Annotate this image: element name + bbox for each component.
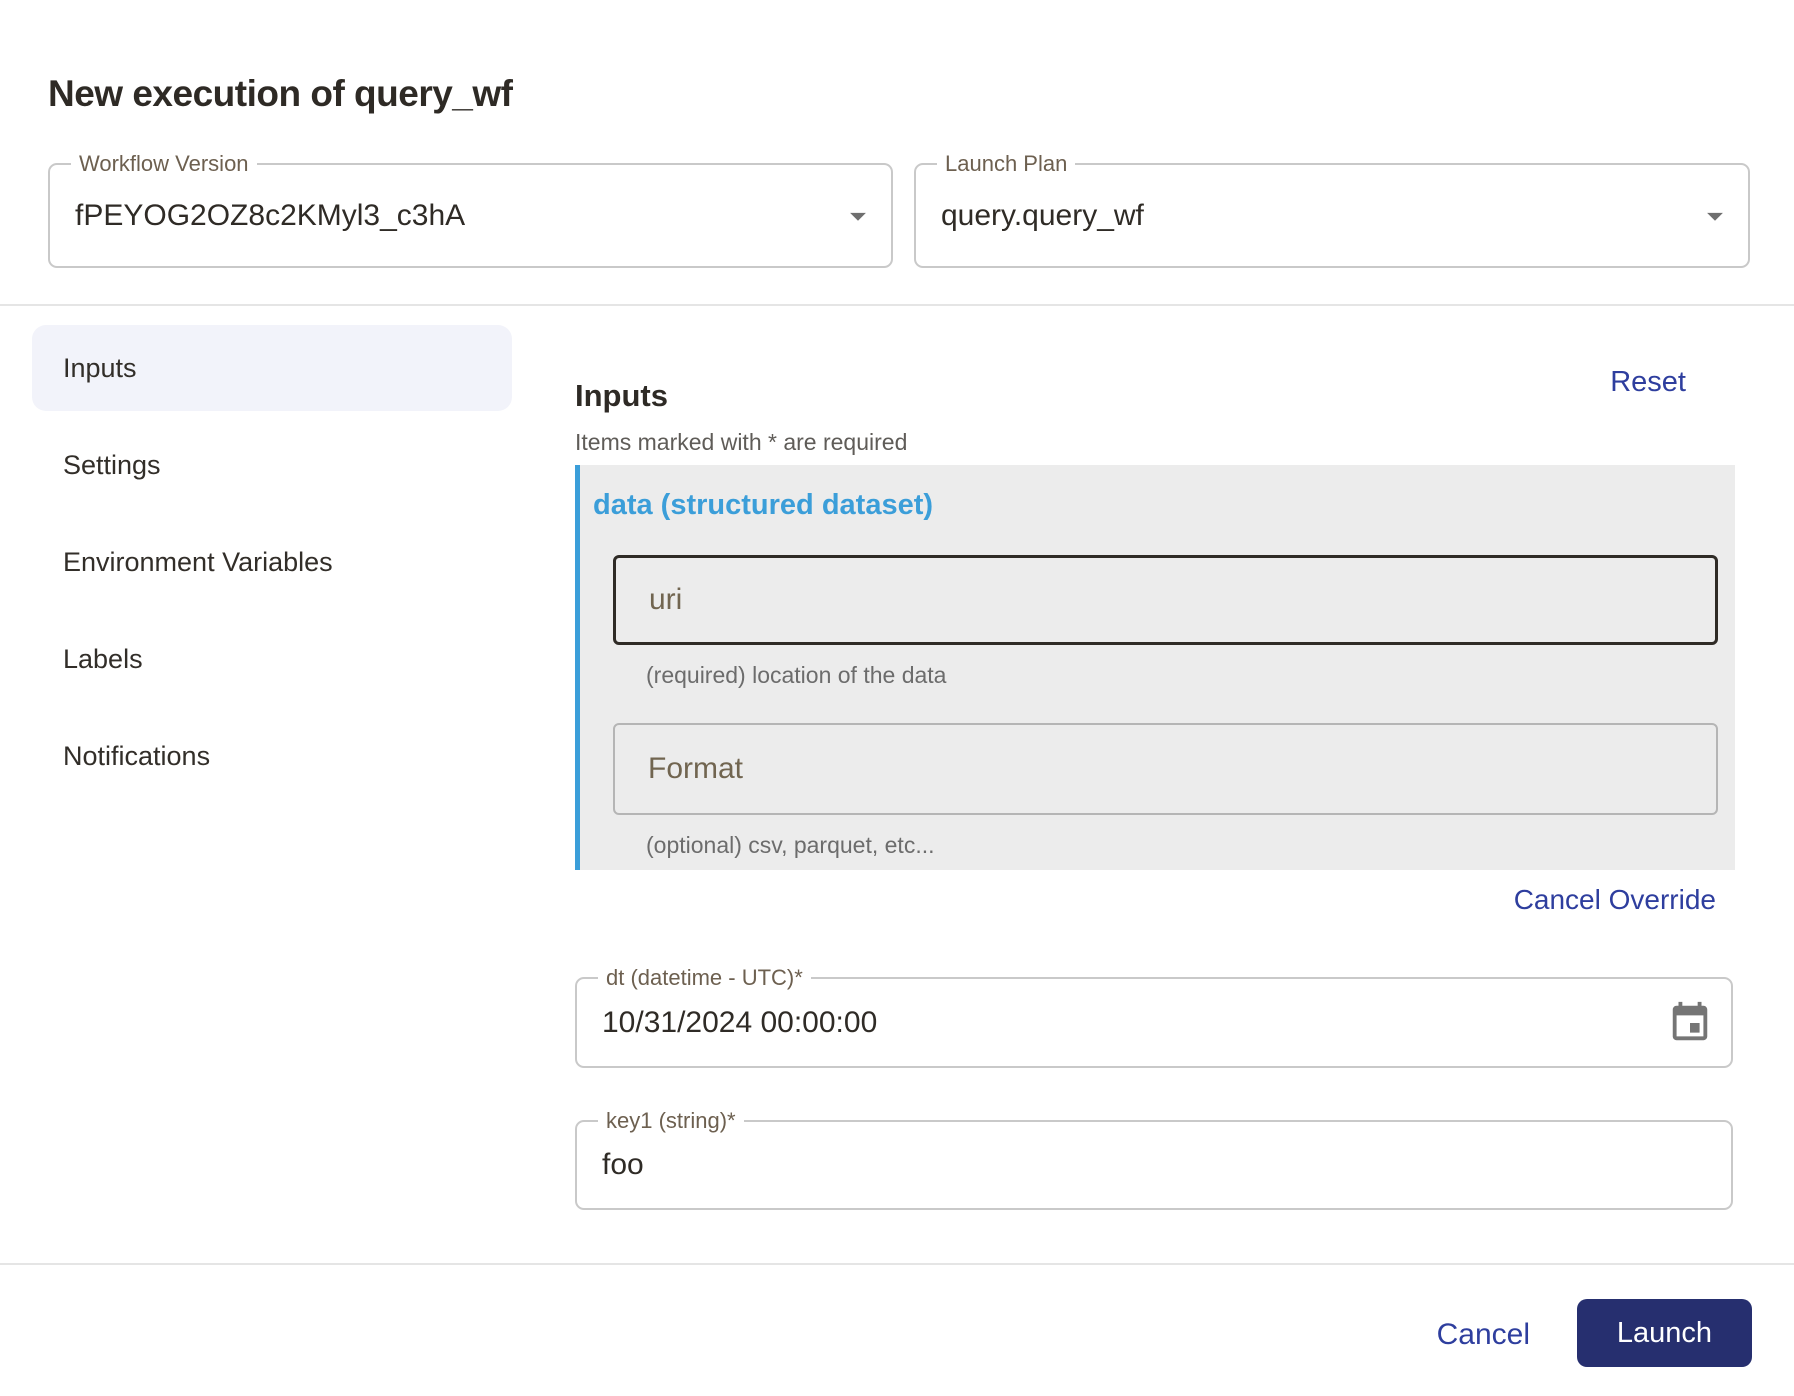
chevron-down-icon: [1696, 197, 1734, 235]
launch-form-sidebar: Inputs Settings Environment Variables La…: [32, 325, 512, 810]
format-helper-text: (optional) csv, parquet, etc...: [646, 832, 935, 859]
uri-helper-text: (required) location of the data: [646, 662, 946, 689]
new-execution-dialog: New execution of query_wf Workflow Versi…: [0, 0, 1794, 1396]
workflow-version-select[interactable]: Workflow Version fPEYOG2OZ8c2KMyl3_c3hA: [48, 163, 893, 268]
footer-divider: [0, 1263, 1794, 1265]
sidebar-item-notifications[interactable]: Notifications: [32, 713, 512, 799]
launch-plan-label: Launch Plan: [937, 151, 1075, 177]
sidebar-item-settings[interactable]: Settings: [32, 422, 512, 508]
sidebar-item-labels[interactable]: Labels: [32, 616, 512, 702]
calendar-icon: [1667, 1000, 1713, 1046]
sidebar-item-label: Notifications: [63, 741, 210, 772]
cancel-button[interactable]: Cancel: [1437, 1318, 1530, 1352]
sidebar-item-label: Labels: [63, 644, 143, 675]
launch-plan-value: query.query_wf: [941, 199, 1144, 233]
chevron-down-icon: [839, 197, 877, 235]
format-input[interactable]: [613, 723, 1718, 815]
workflow-version-value: fPEYOG2OZ8c2KMyl3_c3hA: [75, 199, 465, 233]
workflow-version-label: Workflow Version: [71, 151, 257, 177]
key1-input[interactable]: [577, 1122, 1731, 1208]
uri-input[interactable]: [613, 555, 1718, 645]
dataset-field-label: data (structured dataset): [593, 489, 933, 522]
launch-button[interactable]: Launch: [1577, 1299, 1752, 1367]
launch-plan-select[interactable]: Launch Plan query.query_wf: [914, 163, 1750, 268]
key1-string-field: key1 (string)*: [575, 1120, 1733, 1210]
sidebar-item-label: Settings: [63, 450, 161, 481]
dt-datetime-field: dt (datetime - UTC)*: [575, 977, 1733, 1068]
cancel-override-button[interactable]: Cancel Override: [1514, 884, 1716, 916]
top-divider: [0, 304, 1794, 306]
sidebar-item-environment-variables[interactable]: Environment Variables: [32, 519, 512, 605]
sidebar-item-label: Inputs: [63, 353, 137, 384]
sidebar-item-inputs[interactable]: Inputs: [32, 325, 512, 411]
open-datepicker-button[interactable]: [1667, 1000, 1713, 1046]
sidebar-item-label: Environment Variables: [63, 547, 333, 578]
dialog-title: New execution of query_wf: [48, 73, 513, 115]
required-note: Items marked with * are required: [575, 429, 907, 456]
inputs-section-heading: Inputs: [575, 378, 668, 414]
dt-input[interactable]: [577, 979, 1731, 1066]
reset-button[interactable]: Reset: [1610, 366, 1686, 399]
structured-dataset-card: data (structured dataset) (required) loc…: [575, 465, 1735, 870]
